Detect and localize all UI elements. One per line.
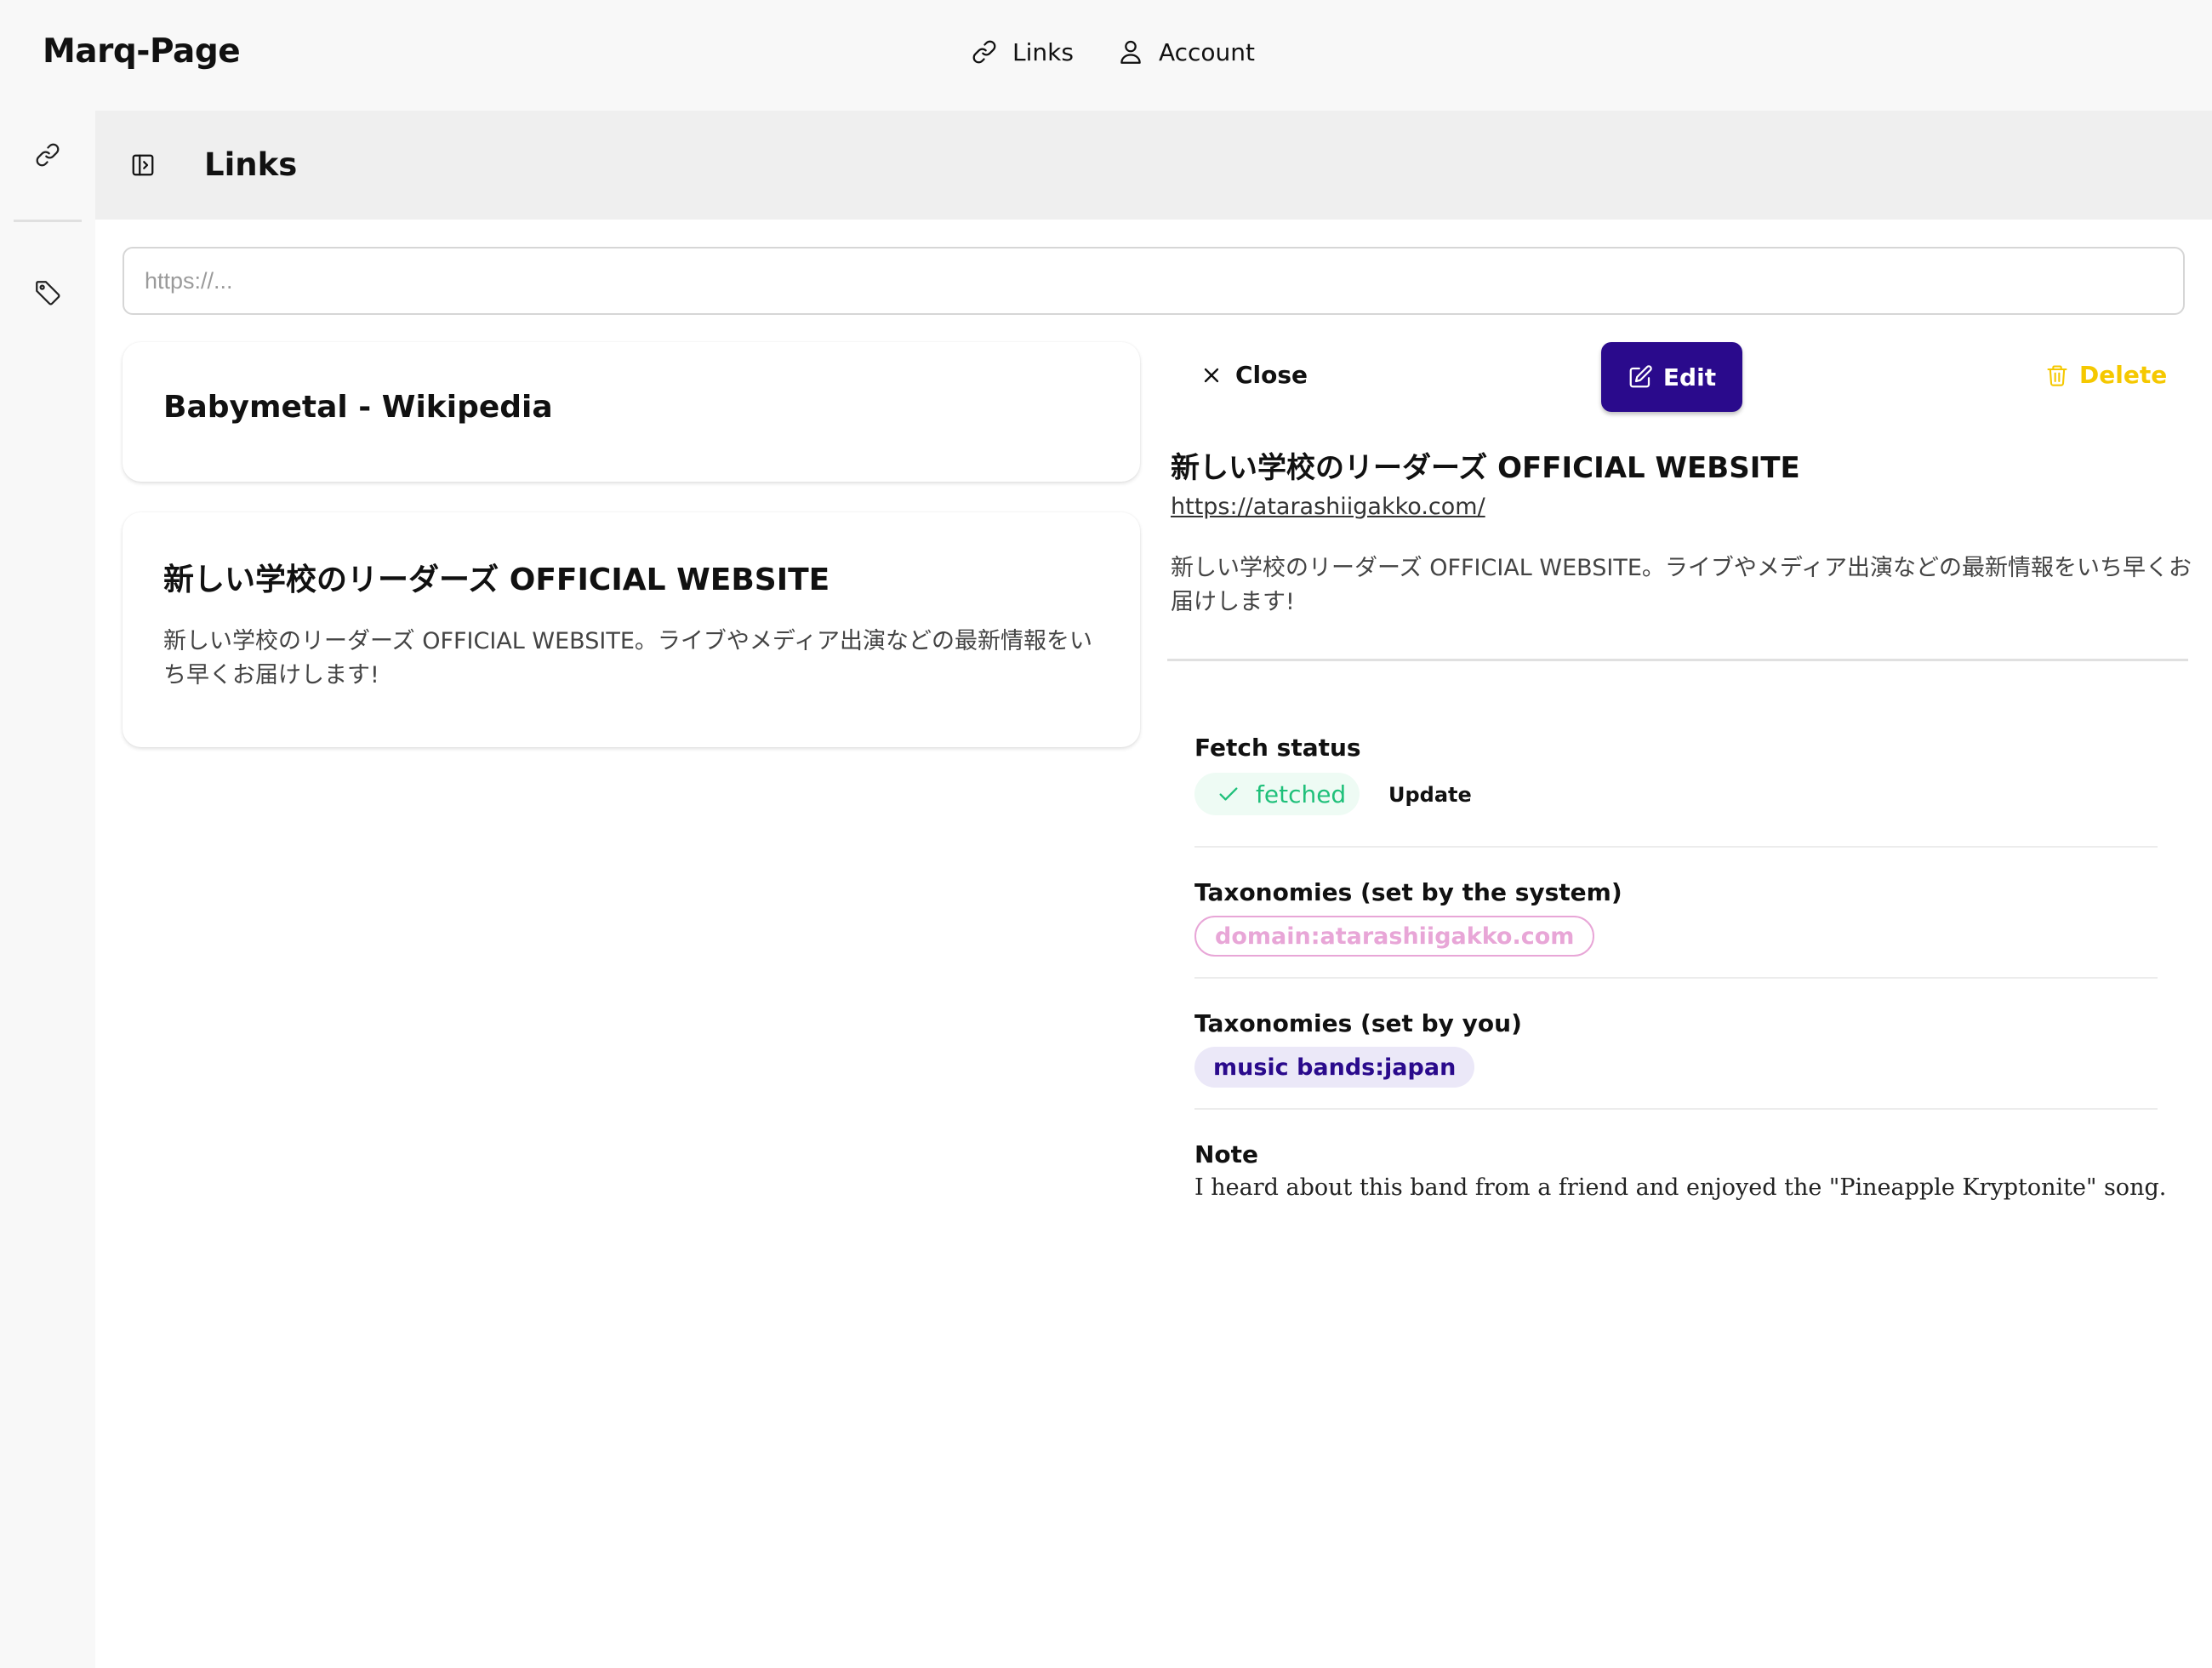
sidebar-toggle-icon (132, 154, 154, 176)
status-badge: fetched (1194, 773, 1360, 815)
delete-button[interactable]: Delete (2045, 361, 2167, 389)
fetch-status-heading: Fetch status (1194, 734, 1361, 762)
detail-divider (1167, 659, 2188, 661)
taxonomies-user-heading: Taxonomies (set by you) (1194, 1009, 1522, 1037)
edit-icon (1629, 365, 1652, 388)
taxonomies-system-section: Taxonomies (set by the system) domain:at… (1194, 878, 2158, 963)
top-bar: Marq-Page Links Account (0, 0, 2212, 111)
note-section: Note I heard about this band from a frie… (1194, 1140, 2166, 1225)
edit-button[interactable]: Edit (1601, 342, 1742, 412)
link-card[interactable]: 新しい学校のリーダーズ OFFICIAL WEBSITE 新しい学校のリーダーズ… (123, 512, 1140, 747)
close-label: Close (1235, 361, 1308, 389)
detail-url-link[interactable]: https://atarashiigakko.com/ (1171, 494, 1485, 520)
rail-links-button[interactable] (24, 131, 71, 179)
system-tag: domain:atarashiigakko.com (1194, 916, 1595, 957)
user-tag[interactable]: music bands:japan (1194, 1047, 1475, 1088)
edit-label: Edit (1662, 363, 1717, 391)
page-title: Links (204, 146, 298, 183)
sidebar-toggle-button[interactable] (126, 148, 160, 182)
section-divider (1194, 846, 2158, 848)
link-card-description: 新しい学校のリーダーズ OFFICIAL WEBSITE。ライブやメディア出演な… (163, 628, 1092, 688)
check-icon (1219, 787, 1238, 801)
link-card-title: 新しい学校のリーダーズ OFFICIAL WEBSITE (163, 563, 830, 597)
note-heading: Note (1194, 1140, 1259, 1168)
link-card-title: Babymetal - Wikipedia (163, 390, 553, 425)
close-button[interactable]: Close (1200, 361, 1308, 389)
taxonomies-system-heading: Taxonomies (set by the system) (1194, 878, 1622, 906)
trash-icon (2047, 364, 2067, 386)
delete-label: Delete (2079, 361, 2168, 389)
detail-title: 新しい学校のリーダーズ OFFICIAL WEBSITE (1171, 451, 1800, 485)
nav-links[interactable]: Links (970, 37, 1074, 66)
link-icon (972, 40, 996, 64)
detail-description: 新しい学校のリーダーズ OFFICIAL WEBSITE。ライブやメディア出演な… (1171, 555, 2192, 615)
rail-tags-button[interactable] (24, 269, 71, 317)
icon-rail (0, 111, 95, 1668)
section-divider (1194, 977, 2158, 979)
main-header: Links (95, 111, 2212, 220)
tag-icon (36, 281, 60, 306)
link-icon (36, 143, 60, 167)
top-nav: Links Account (970, 37, 1297, 66)
taxonomies-user-section: Taxonomies (set by you) music bands:japa… (1194, 1009, 2158, 1094)
url-input[interactable] (123, 247, 2185, 315)
nav-links-label: Links (1012, 37, 1074, 66)
link-card[interactable]: Babymetal - Wikipedia (123, 342, 1140, 482)
fetch-status-section: Fetch status fetched Update (1194, 734, 2158, 827)
nav-account[interactable]: Account (1116, 37, 1255, 66)
update-button[interactable]: Update (1388, 783, 1472, 807)
section-divider (1194, 1108, 2158, 1110)
close-icon (1204, 368, 1219, 382)
app-brand[interactable]: Marq-Page (43, 32, 241, 71)
user-icon (1120, 40, 1141, 64)
status-text: fetched (1256, 780, 1347, 808)
nav-account-label: Account (1158, 37, 1255, 66)
rail-divider (14, 220, 82, 222)
note-text: I heard about this band from a friend an… (1194, 1174, 2167, 1201)
